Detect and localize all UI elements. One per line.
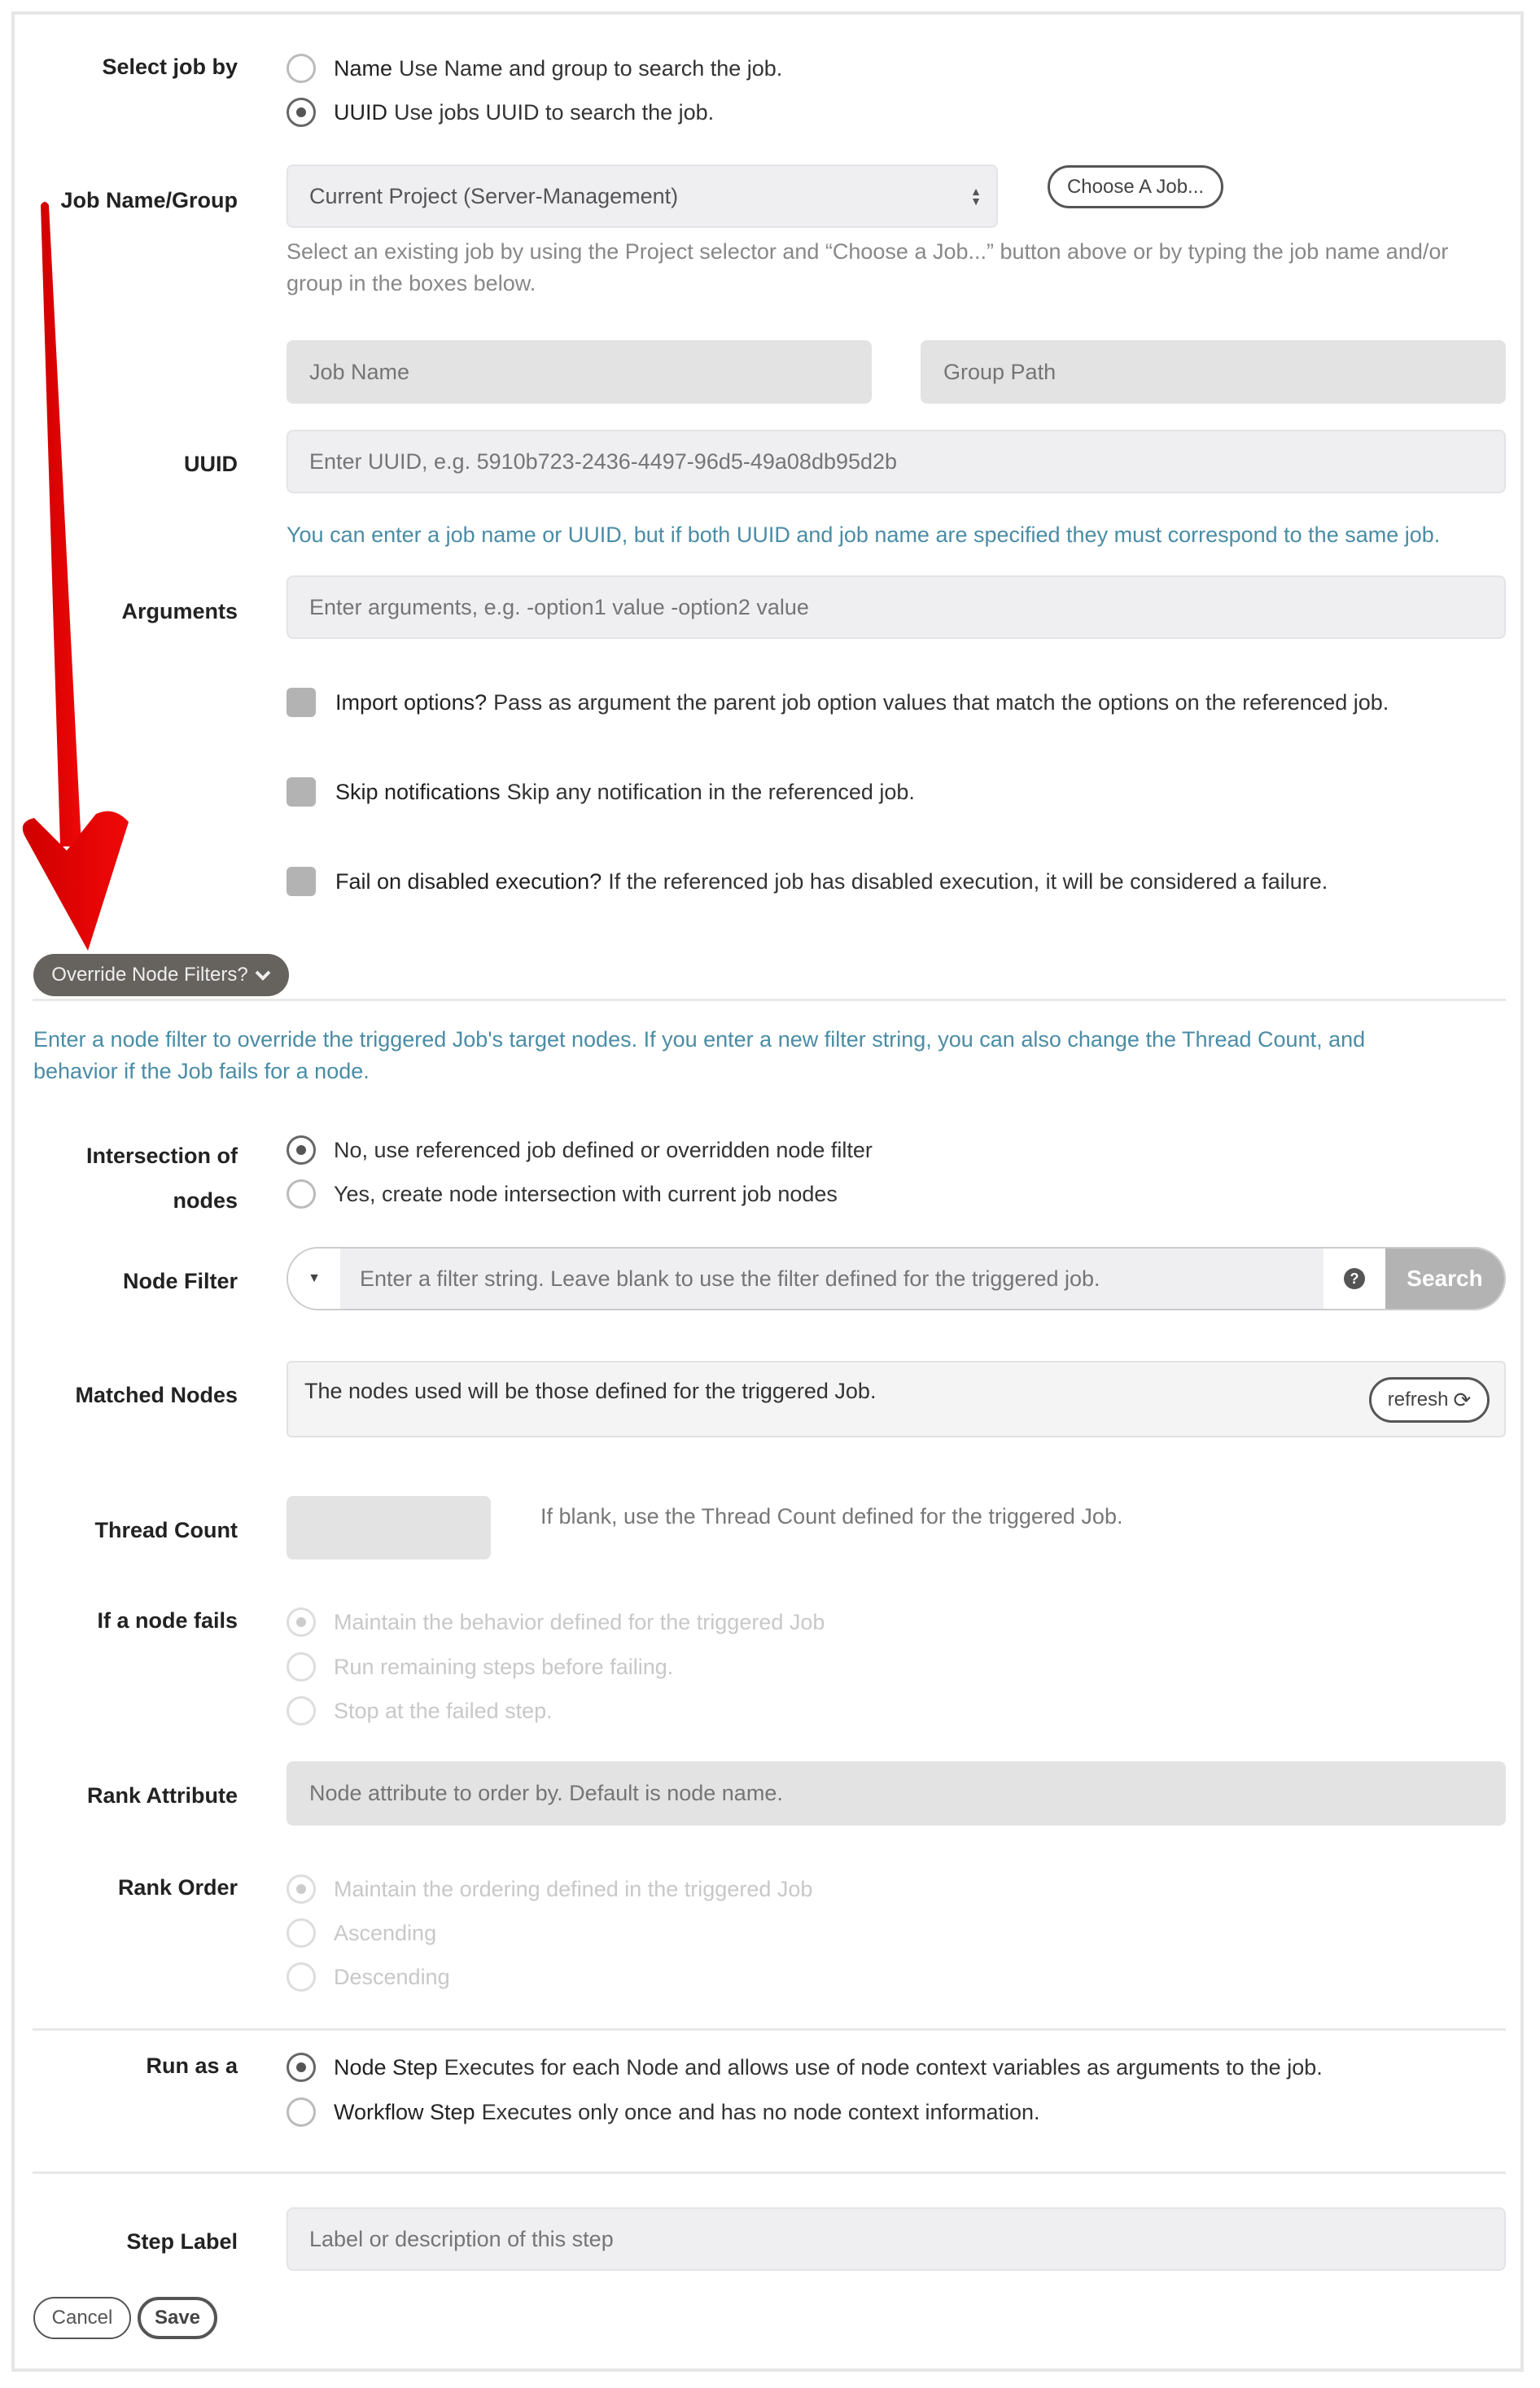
red-arrow-annotation: [22, 202, 129, 951]
desc-line: Enter a node filter to override the trig…: [33, 1027, 1366, 1052]
option-label: Yes, create node intersection with curre…: [334, 1181, 838, 1206]
arrow-shaft: [41, 202, 81, 846]
option-name: Name: [334, 55, 393, 81]
refresh-button[interactable]: refresh ⟳: [1369, 1377, 1490, 1423]
intersection-label: Intersection of nodes: [26, 1134, 238, 1223]
radio-checked-icon: [287, 1135, 316, 1165]
radio-icon: [287, 2097, 316, 2127]
radio-node-fails-stop[interactable]: Stop at the failed step.: [287, 1695, 553, 1727]
radio-icon: [287, 1962, 316, 1992]
node-fails-label: If a node fails: [97, 1608, 238, 1633]
node-filter-input[interactable]: [340, 1249, 1323, 1309]
option-desc: Executes for each Node and allows use of…: [444, 2054, 1323, 2080]
checkbox-name: Skip notifications: [335, 779, 501, 804]
divider: [33, 999, 1506, 1001]
radio-run-as-workflow-step[interactable]: Workflow Step Executes only once and has…: [287, 2096, 1040, 2128]
matched-nodes-text: The nodes used will be those defined for…: [304, 1379, 877, 1403]
option-name: Node Step: [334, 2054, 438, 2080]
refresh-icon: ⟳: [1453, 1387, 1472, 1412]
option-label: Maintain the ordering defined in the tri…: [334, 1876, 813, 1901]
radio-intersection-yes[interactable]: Yes, create node intersection with curre…: [287, 1178, 838, 1210]
project-select-value: Current Project (Server-Management): [309, 183, 679, 208]
radio-rank-order-maintain[interactable]: Maintain the ordering defined in the tri…: [287, 1873, 812, 1905]
option-desc: Executes only once and has no node conte…: [481, 2099, 1040, 2124]
option-label: No, use referenced job defined or overri…: [334, 1137, 873, 1162]
label-line: nodes: [173, 1188, 238, 1213]
radio-node-fails-run-remaining[interactable]: Run remaining steps before failing.: [287, 1651, 673, 1683]
radio-select-by-uuid[interactable]: UUID Use jobs UUID to search the job.: [287, 96, 714, 129]
radio-rank-order-ascending[interactable]: Ascending: [287, 1917, 436, 1949]
checkbox-desc: Skip any notification in the referenced …: [506, 779, 915, 804]
option-label: Stop at the failed step.: [334, 1698, 553, 1723]
rank-attribute-label: Rank Attribute: [86, 1783, 238, 1808]
help-line: Select an existing job by using the Proj…: [287, 239, 1449, 264]
divider: [33, 2028, 1506, 2031]
save-button[interactable]: Save: [138, 2297, 217, 2339]
checkbox-name: Fail on disabled execution?: [335, 868, 602, 894]
project-select[interactable]: Current Project (Server-Management) ▲ ▼: [287, 164, 998, 228]
skip-notifications-checkbox[interactable]: Skip notifications Skip any notification…: [287, 776, 915, 808]
radio-icon: [287, 1918, 316, 1948]
label-line: Intersection of: [85, 1144, 238, 1168]
refresh-label: refresh: [1387, 1389, 1449, 1410]
checkbox-desc: If the referenced job has disabled execu…: [608, 868, 1328, 894]
group-path-input[interactable]: [921, 340, 1506, 404]
option-label: Maintain the behavior defined for the tr…: [334, 1609, 825, 1634]
thread-count-label: Thread Count: [94, 1518, 238, 1542]
arguments-input[interactable]: [287, 575, 1506, 639]
option-desc: Use Name and group to search the job.: [399, 55, 783, 81]
rank-attribute-input[interactable]: [287, 1761, 1506, 1826]
thread-count-help: If blank, use the Thread Count defined f…: [540, 1504, 1123, 1529]
radio-icon: [287, 1696, 316, 1725]
option-desc: Use jobs UUID to search the job.: [394, 99, 715, 125]
matched-nodes-box: The nodes used will be those defined for…: [287, 1361, 1506, 1437]
cancel-button[interactable]: Cancel: [33, 2297, 131, 2339]
step-label-label: Step Label: [126, 2229, 238, 2254]
matched-nodes-label: Matched Nodes: [75, 1383, 238, 1407]
search-button[interactable]: Search: [1385, 1249, 1504, 1309]
option-label: Ascending: [334, 1920, 437, 1945]
radio-node-fails-maintain[interactable]: Maintain the behavior defined for the tr…: [287, 1606, 825, 1638]
radio-icon: [287, 1652, 316, 1682]
radio-checked-icon: [287, 2053, 316, 2082]
uuid-input[interactable]: [287, 430, 1506, 493]
radio-icon: [287, 1179, 316, 1209]
option-label: Descending: [334, 1964, 450, 1989]
run-as-label: Run as a: [146, 2053, 238, 2078]
checkbox-desc: Pass as argument the parent job option v…: [493, 689, 1389, 715]
thread-count-input[interactable]: [287, 1496, 491, 1559]
choose-job-button[interactable]: Choose A Job...: [1048, 165, 1223, 208]
radio-rank-order-descending[interactable]: Descending: [287, 1961, 450, 1993]
fail-on-disabled-checkbox[interactable]: Fail on disabled execution? If the refer…: [287, 865, 1328, 898]
radio-intersection-no[interactable]: No, use referenced job defined or overri…: [287, 1134, 873, 1166]
checkbox-name: Import options?: [335, 689, 488, 715]
divider: [33, 2172, 1506, 2174]
radio-checked-icon: [287, 1607, 316, 1637]
option-name: UUID: [334, 99, 387, 125]
job-name-input[interactable]: [287, 340, 872, 404]
uuid-note: You can enter a job name or UUID, but if…: [287, 523, 1441, 547]
node-filter-group: ▼ ? Search: [287, 1247, 1506, 1310]
node-filter-label: Node Filter: [122, 1269, 238, 1293]
job-select-help: Select an existing job by using the Proj…: [287, 236, 1448, 300]
desc-line: behavior if the Job fails for a node.: [33, 1059, 370, 1083]
option-name: Workflow Step: [334, 2099, 475, 2124]
import-options-checkbox[interactable]: Import options? Pass as argument the par…: [287, 686, 1389, 719]
help-line: group in the boxes below.: [287, 271, 536, 295]
select-arrows-icon: ▲ ▼: [970, 185, 982, 208]
radio-checked-icon: [287, 1874, 316, 1904]
override-description: Enter a node filter to override the trig…: [33, 1024, 1365, 1087]
filter-dropdown-toggle[interactable]: ▼: [288, 1249, 340, 1309]
step-label-input[interactable]: [287, 2207, 1506, 2271]
radio-select-by-name[interactable]: Name Use Name and group to search the jo…: [287, 52, 782, 85]
filter-help-button[interactable]: ?: [1323, 1249, 1385, 1309]
option-label: Run remaining steps before failing.: [334, 1654, 674, 1679]
question-circle-icon: ?: [1344, 1268, 1365, 1289]
rank-order-label: Rank Order: [117, 1875, 238, 1900]
radio-run-as-node-step[interactable]: Node Step Executes for each Node and all…: [287, 2051, 1323, 2084]
